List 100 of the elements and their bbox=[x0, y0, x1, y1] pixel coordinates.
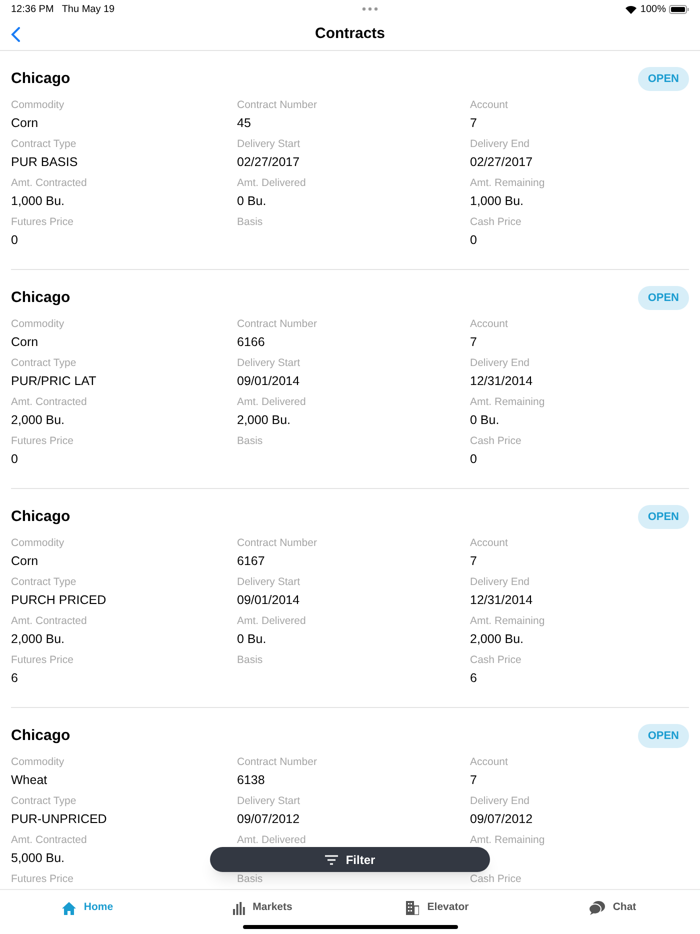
field-label: Contract Type bbox=[11, 576, 76, 588]
location-title: Chicago bbox=[11, 506, 70, 527]
field-value: PURCH PRICED bbox=[11, 592, 106, 609]
field-label: Commodity bbox=[11, 756, 64, 768]
status-badge: OPEN bbox=[638, 286, 689, 310]
field-label: Amt. Remaining bbox=[470, 177, 545, 189]
field-value: PUR BASIS bbox=[11, 154, 78, 171]
house-icon bbox=[62, 902, 76, 914]
field-value: 1,000 Bu. bbox=[11, 193, 65, 210]
field-label: Delivery End bbox=[470, 795, 530, 807]
status-time: 12:36 PM bbox=[11, 2, 54, 16]
field-value: 02/27/2017 bbox=[237, 154, 300, 171]
field-label: Amt. Contracted bbox=[11, 615, 87, 627]
field-label: Amt. Remaining bbox=[470, 396, 545, 408]
filter-icon bbox=[324, 854, 338, 864]
field-label: Contract Number bbox=[237, 318, 317, 330]
field-value: 45 bbox=[237, 115, 251, 132]
field-value: Corn bbox=[11, 334, 38, 351]
field-value: PUR-UNPRICED bbox=[11, 811, 107, 828]
field-label: Delivery End bbox=[470, 576, 530, 588]
field-label: Futures Price bbox=[11, 216, 74, 228]
field-value: 6138 bbox=[237, 772, 265, 789]
field-label: Amt. Remaining bbox=[470, 834, 545, 846]
field-value: Wheat bbox=[11, 772, 48, 789]
field-label: Amt. Contracted bbox=[11, 177, 87, 189]
field-label: Futures Price bbox=[11, 435, 74, 447]
more-dots-icon bbox=[362, 7, 378, 11]
field-value: 7 bbox=[470, 115, 477, 132]
field-label: Account bbox=[470, 99, 508, 111]
field-value: 2,000 Bu. bbox=[11, 631, 65, 648]
field-value: 0 bbox=[11, 451, 18, 468]
field-value: 02/27/2017 bbox=[470, 154, 533, 171]
field-label: Commodity bbox=[11, 318, 64, 330]
field-label: Cash Price bbox=[470, 654, 522, 666]
field-label: Contract Type bbox=[11, 138, 76, 150]
status-badge: OPEN bbox=[638, 724, 689, 748]
field-value: 0 bbox=[11, 232, 18, 249]
field-value: 09/01/2014 bbox=[237, 373, 300, 390]
field-label: Amt. Contracted bbox=[11, 834, 87, 846]
field-label: Amt. Delivered bbox=[237, 177, 306, 189]
field-label: Amt. Remaining bbox=[470, 615, 545, 627]
field-label: Amt. Contracted bbox=[11, 396, 87, 408]
tab-bar-item[interactable]: Chat bbox=[525, 890, 700, 926]
field-value: 12/31/2014 bbox=[470, 373, 533, 390]
field-value: 7 bbox=[470, 334, 477, 351]
tab-bar-item[interactable]: Markets bbox=[175, 890, 350, 926]
field-label: Commodity bbox=[11, 99, 64, 111]
field-label: Basis bbox=[237, 216, 263, 228]
battery-percent: 100% bbox=[640, 2, 666, 16]
field-value: Corn bbox=[11, 553, 38, 570]
field-label: Contract Type bbox=[11, 795, 76, 807]
field-value: 0 Bu. bbox=[237, 193, 266, 210]
field-label: Delivery End bbox=[470, 357, 530, 369]
field-value: 0 Bu. bbox=[237, 631, 266, 648]
field-label: Basis bbox=[237, 873, 263, 885]
field-label: Contract Number bbox=[237, 537, 317, 549]
battery-icon bbox=[669, 4, 689, 14]
field-label: Cash Price bbox=[470, 216, 522, 228]
field-value: 2,000 Bu. bbox=[470, 631, 524, 648]
field-value: 09/07/2012 bbox=[237, 811, 300, 828]
field-value: 6166 bbox=[237, 334, 265, 351]
field-label: Account bbox=[470, 318, 508, 330]
location-title: Chicago bbox=[11, 288, 70, 308]
location-title: Chicago bbox=[11, 68, 70, 89]
field-label: Cash Price bbox=[470, 873, 522, 885]
field-label: Cash Price bbox=[470, 435, 522, 447]
field-value: Corn bbox=[11, 115, 38, 132]
field-label: Commodity bbox=[11, 537, 64, 549]
field-value: 1,000 Bu. bbox=[470, 193, 524, 210]
field-label: Basis bbox=[237, 435, 263, 447]
field-value: 6 bbox=[470, 670, 477, 687]
field-value: 5,000 Bu. bbox=[11, 850, 65, 867]
status-badge: OPEN bbox=[638, 67, 689, 91]
field-value: 2,000 Bu. bbox=[237, 412, 291, 429]
field-label: Contract Type bbox=[11, 357, 76, 369]
field-value: 09/01/2014 bbox=[237, 592, 300, 609]
field-label: Amt. Delivered bbox=[237, 615, 306, 627]
field-value: 0 Bu. bbox=[470, 412, 500, 429]
field-label: Delivery Start bbox=[237, 795, 300, 807]
field-value: 6 bbox=[11, 670, 18, 687]
field-label: Account bbox=[470, 537, 508, 549]
field-value: 0 bbox=[470, 232, 477, 249]
field-label: Amt. Delivered bbox=[237, 834, 306, 846]
field-value: 2,000 Bu. bbox=[11, 412, 65, 429]
filter-button[interactable]: Filter bbox=[210, 847, 490, 872]
field-value: 7 bbox=[470, 772, 477, 789]
status-badge: OPEN bbox=[638, 505, 689, 529]
field-value: 09/07/2012 bbox=[470, 811, 533, 828]
bar-chart-icon bbox=[232, 902, 245, 914]
field-value: 12/31/2014 bbox=[470, 592, 533, 609]
field-value: 0 bbox=[470, 451, 477, 468]
field-label: Account bbox=[470, 756, 508, 768]
chat-bubbles-icon bbox=[588, 901, 605, 915]
status-date: Thu May 19 bbox=[62, 2, 115, 16]
field-label: Delivery Start bbox=[237, 138, 300, 150]
field-label: Amt. Delivered bbox=[237, 396, 306, 408]
location-title: Chicago bbox=[11, 726, 70, 746]
wifi-icon bbox=[625, 4, 638, 14]
field-value: 6167 bbox=[237, 553, 265, 570]
field-label: Basis bbox=[237, 654, 263, 666]
